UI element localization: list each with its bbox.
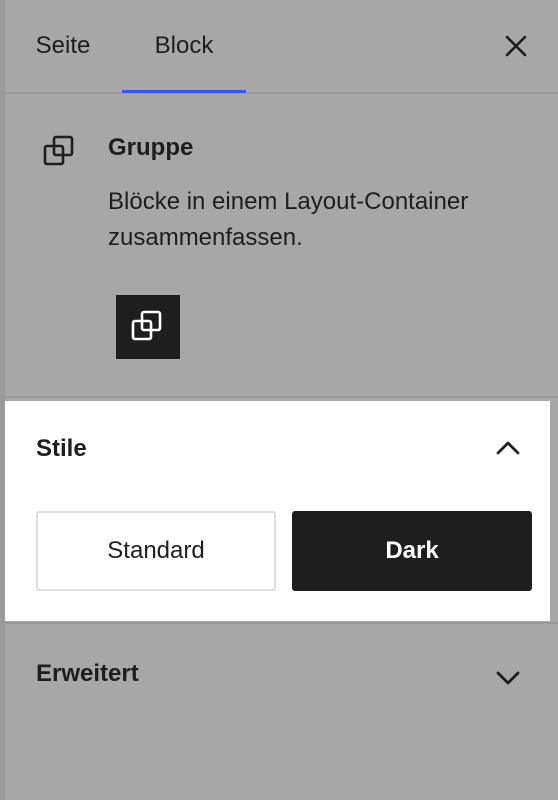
block-settings-sidebar: Seite Block Gruppe Blöcke in einem Layou… xyxy=(0,0,558,800)
group-icon xyxy=(43,135,74,166)
advanced-panel-title: Erweitert xyxy=(36,660,139,687)
close-button[interactable] xyxy=(496,26,536,66)
block-title: Gruppe xyxy=(108,134,194,161)
sidebar-tabs: Seite Block xyxy=(0,0,558,94)
style-option-dark[interactable]: Dark xyxy=(292,511,532,591)
advanced-panel-toggle[interactable]: Erweitert xyxy=(0,622,558,724)
style-option-standard[interactable]: Standard xyxy=(36,511,276,591)
styles-panel: Stile Standard Dark xyxy=(5,401,550,621)
chevron-down-icon xyxy=(496,671,520,685)
tab-block[interactable]: Block xyxy=(122,0,246,93)
block-card: Gruppe Blöcke in einem Layout-Container … xyxy=(0,94,558,398)
block-preview-tile xyxy=(116,295,180,359)
styles-panel-title: Stile xyxy=(36,435,87,462)
group-preview-icon xyxy=(131,310,162,341)
styles-panel-toggle[interactable]: Stile xyxy=(5,401,550,497)
tab-page[interactable]: Seite xyxy=(26,0,100,92)
block-description: Blöcke in einem Layout-Container zusamme… xyxy=(108,188,469,251)
chevron-up-icon xyxy=(496,441,520,455)
close-icon xyxy=(505,35,527,57)
